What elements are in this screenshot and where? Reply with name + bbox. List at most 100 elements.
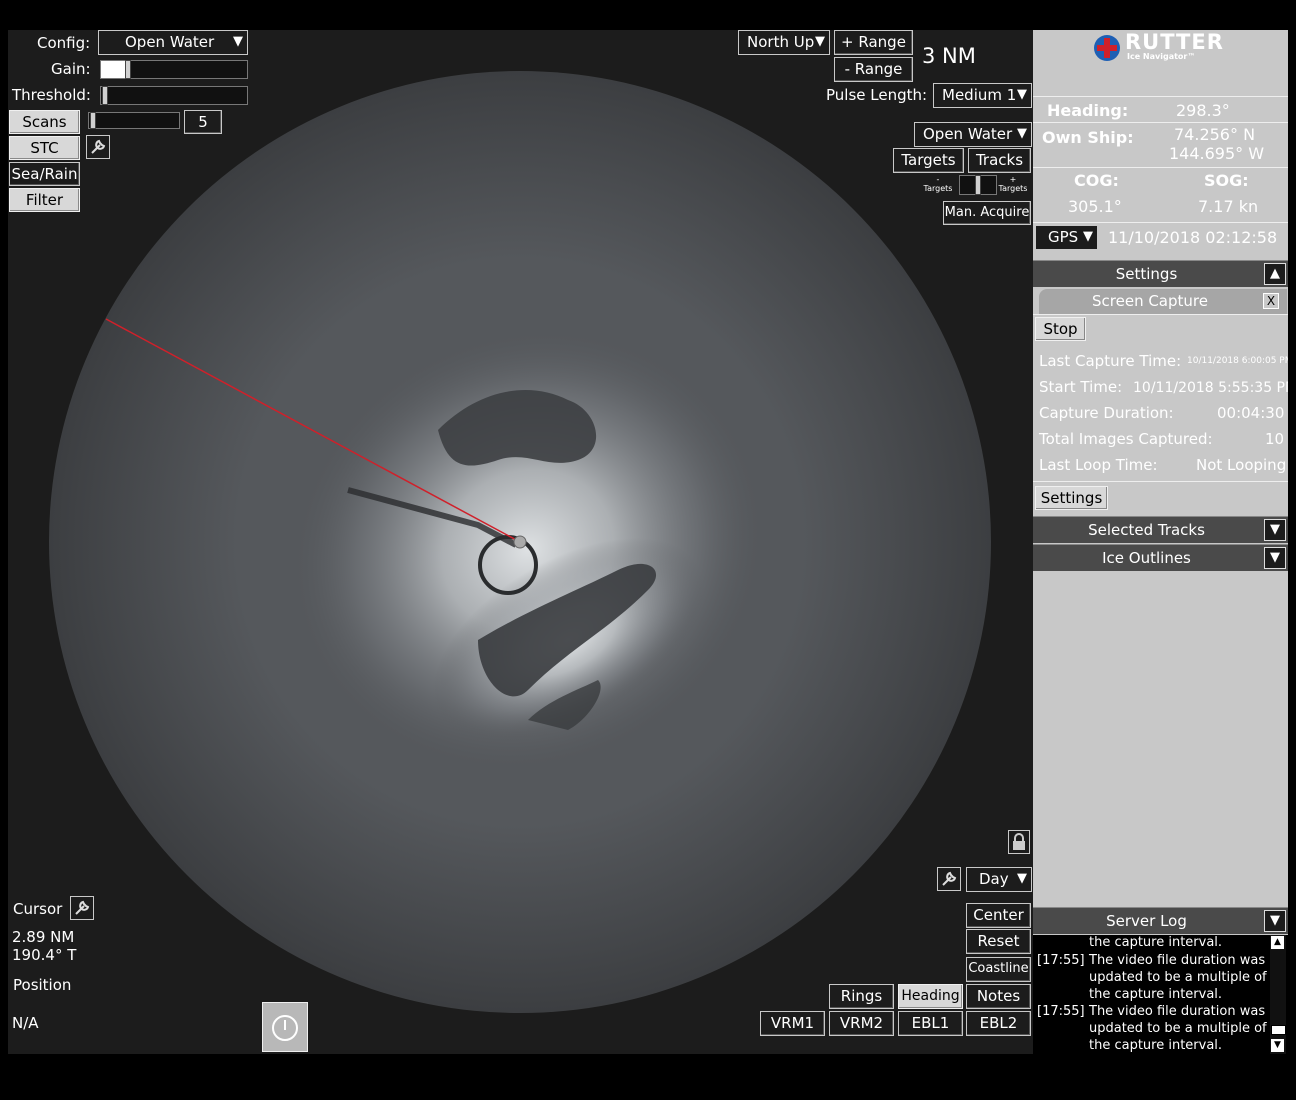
selected-tracks-header[interactable]: Selected Tracks ▼	[1033, 516, 1288, 543]
day-night-dropdown[interactable]: Day ▼	[966, 867, 1032, 892]
day-night-value: Day	[979, 870, 1009, 888]
capture-settings-button[interactable]: Settings	[1035, 486, 1108, 510]
server-log-header[interactable]: Server Log ▼	[1033, 907, 1288, 934]
scans-button[interactable]: Scans	[9, 110, 80, 134]
center-button[interactable]: Center	[966, 903, 1031, 928]
stc-button[interactable]: STC	[9, 136, 80, 160]
server-log[interactable]: the capture interval. [17:55] The video …	[1033, 935, 1288, 1054]
range-value: 3 NM	[922, 44, 976, 68]
scroll-up-icon[interactable]: ▲	[1271, 936, 1284, 949]
divider	[1033, 314, 1288, 315]
scans-value: 5	[184, 110, 222, 134]
ice-outlines-header[interactable]: Ice Outlines ▼	[1033, 544, 1288, 571]
close-icon[interactable]: X	[1263, 293, 1279, 309]
cursor-label: Cursor	[13, 900, 63, 918]
ebl1-button[interactable]: EBL1	[898, 1011, 963, 1036]
vrm2-button[interactable]: VRM2	[829, 1011, 894, 1036]
power-button[interactable]	[262, 1002, 308, 1052]
cursor-settings-wrench-icon[interactable]	[70, 896, 94, 920]
orientation-value: North Up	[747, 33, 815, 51]
rings-button[interactable]: Rings	[829, 984, 894, 1009]
range-increase-button[interactable]: + Range	[834, 30, 913, 55]
log-entry-time: [17:55]	[1037, 953, 1085, 968]
display-settings-wrench-icon[interactable]	[937, 867, 961, 891]
log-scrollbar[interactable]: ▲ ▼	[1270, 935, 1286, 1054]
position-source-value: GPS	[1048, 228, 1079, 246]
radar-scope[interactable]	[8, 30, 1033, 1054]
pulse-length-label: Pulse Length:	[826, 86, 928, 104]
scroll-down-icon[interactable]: ▼	[1271, 1039, 1284, 1052]
server-log-title: Server Log	[1106, 912, 1187, 930]
vrm1-button[interactable]: VRM1	[760, 1011, 825, 1036]
lock-icon[interactable]	[1008, 830, 1030, 854]
scans-knob[interactable]	[90, 112, 96, 129]
chevron-down-icon: ▼	[1083, 229, 1093, 244]
last-capture-value: 10/11/2018 6:00:05 PM	[1187, 356, 1288, 366]
tab-screen-capture[interactable]: Screen Capture X	[1039, 289, 1287, 314]
targets-plus-label: Targets	[998, 184, 1028, 193]
cursor-range: 2.89 NM	[12, 928, 75, 946]
pulse-length-dropdown[interactable]: Medium 1 ▼	[933, 83, 1032, 108]
log-line: the capture interval.	[1089, 1038, 1223, 1053]
total-images-label: Total Images Captured:	[1039, 430, 1213, 448]
cog-label: COG:	[1074, 171, 1119, 190]
gain-slider[interactable]	[100, 60, 248, 79]
settings-header-title: Settings	[1115, 265, 1178, 283]
radar-app: Config: Open Water ▼ Gain: Threshold: Sc…	[8, 30, 1288, 1054]
divider	[1033, 481, 1288, 482]
targets-minus-sign: -	[936, 175, 940, 184]
ebl2-button[interactable]: EBL2	[966, 1011, 1031, 1036]
heading-label: Heading:	[1047, 101, 1129, 120]
own-ship-label: Own Ship:	[1042, 128, 1134, 147]
wrench-icon	[75, 900, 90, 915]
tracks-button[interactable]: Tracks	[968, 148, 1031, 173]
last-capture-label: Last Capture Time:	[1039, 352, 1182, 370]
filter-button[interactable]: Filter	[9, 188, 80, 212]
threshold-knob[interactable]	[102, 86, 108, 105]
position-label: Position	[13, 976, 72, 994]
expand-down-icon[interactable]: ▼	[1264, 519, 1286, 541]
selected-tracks-title: Selected Tracks	[1088, 521, 1205, 539]
log-line: The video file duration was	[1089, 953, 1266, 968]
sog-value: 7.17 kn	[1198, 197, 1259, 216]
heading-button[interactable]: Heading	[898, 984, 963, 1009]
divider	[1033, 222, 1288, 223]
scroll-thumb[interactable]	[1271, 1025, 1286, 1035]
stc-settings-wrench-icon[interactable]	[86, 135, 110, 159]
targets-knob[interactable]	[975, 175, 981, 195]
orientation-dropdown[interactable]: North Up ▼	[738, 30, 830, 55]
chevron-down-icon: ▼	[815, 34, 825, 49]
gain-knob[interactable]	[125, 60, 131, 79]
coastline-button[interactable]: Coastline	[966, 957, 1031, 982]
position-source-dropdown[interactable]: GPS ▼	[1035, 225, 1098, 250]
manual-acquire-button[interactable]: Man. Acquire	[943, 201, 1031, 225]
start-time-label: Start Time:	[1039, 378, 1123, 396]
mode-dropdown[interactable]: Open Water ▼	[914, 122, 1032, 147]
threshold-slider[interactable]	[100, 86, 248, 105]
sea-rain-button[interactable]: Sea/Rain	[9, 162, 80, 186]
targets-button[interactable]: Targets	[893, 148, 964, 173]
notes-button[interactable]: Notes	[966, 984, 1031, 1009]
expand-down-icon[interactable]: ▼	[1264, 547, 1286, 569]
power-icon	[272, 1015, 298, 1041]
targets-plus-sign: +	[1009, 175, 1017, 184]
own-ship-marker	[513, 535, 527, 549]
config-dropdown[interactable]: Open Water ▼	[98, 30, 248, 55]
capture-duration-value: 00:04:30	[1217, 404, 1285, 422]
log-line: updated to be a multiple of	[1089, 970, 1267, 985]
targets-slider[interactable]	[959, 175, 997, 195]
expand-down-icon[interactable]: ▼	[1264, 910, 1286, 932]
reset-button[interactable]: Reset	[966, 929, 1031, 954]
range-decrease-button[interactable]: - Range	[834, 57, 913, 82]
scans-slider[interactable]	[88, 112, 180, 129]
chevron-down-icon: ▼	[1017, 126, 1027, 141]
collapse-up-icon[interactable]: ▲	[1264, 263, 1286, 285]
chevron-down-icon: ▼	[1017, 87, 1027, 102]
targets-increase[interactable]: + Targets	[996, 175, 1030, 193]
brand-name: RUTTER	[1125, 30, 1224, 54]
heading-value: 298.3°	[1176, 101, 1230, 120]
targets-decrease[interactable]: - Targets	[920, 175, 956, 193]
stop-capture-button[interactable]: Stop	[1035, 317, 1086, 341]
settings-header[interactable]: Settings ▲	[1033, 260, 1288, 287]
capture-duration-label: Capture Duration:	[1039, 404, 1174, 422]
